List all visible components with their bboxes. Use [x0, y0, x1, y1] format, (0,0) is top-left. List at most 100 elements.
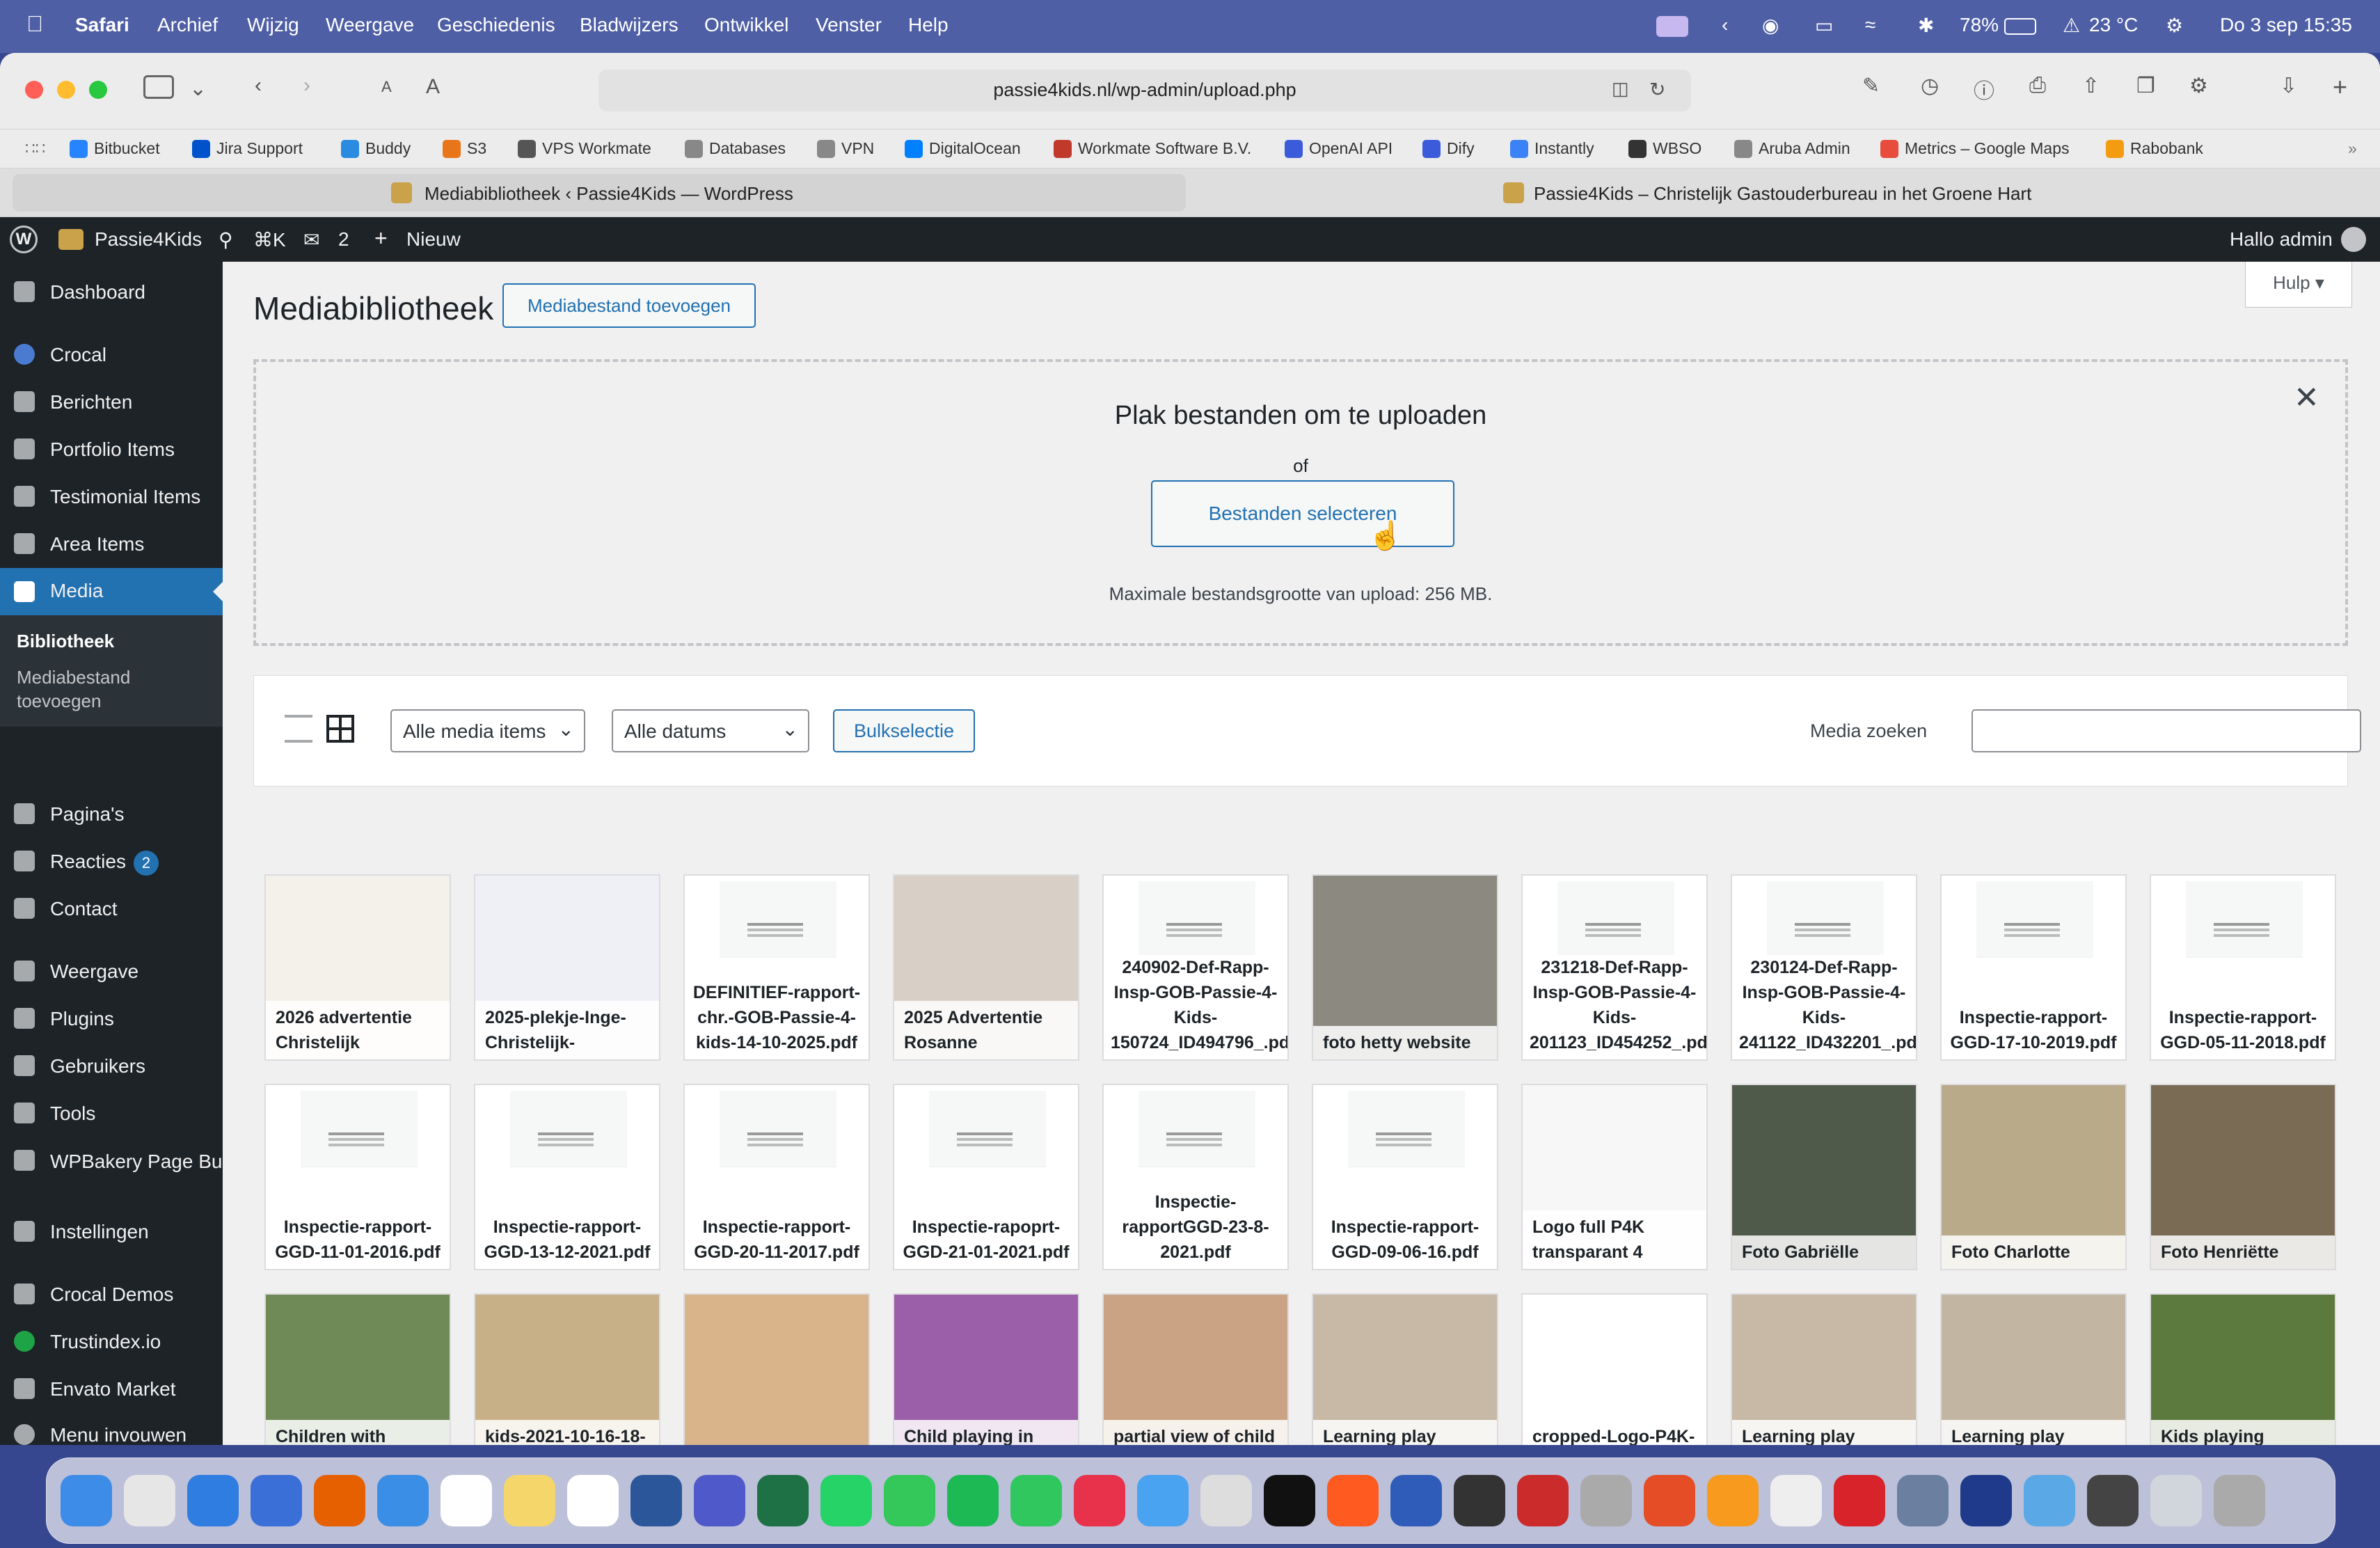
downloads-icon[interactable]: ⇩ [2280, 74, 2297, 98]
media-item[interactable]: Inspectie-rapport-GGD-13-12-2021.pdf [474, 1084, 660, 1270]
apple-icon[interactable]:  [26, 11, 43, 37]
wifi-icon[interactable]: ≈ [1865, 14, 1875, 36]
media-item[interactable]: Inspectie-rapport-GGD-11-01-2016.pdf [264, 1084, 451, 1270]
history-icon[interactable]: ◷ [1921, 74, 1939, 98]
media-item[interactable]: cropped-Logo-P4K-transparant-2.png [1521, 1293, 1708, 1445]
dock-app-icon[interactable] [1707, 1475, 1759, 1526]
comment-icon[interactable]: ✉ [303, 228, 319, 251]
dock-app-icon[interactable] [2214, 1475, 2265, 1526]
tab-passie4kids-home[interactable]: Passie4Kids – Christelijk Gastouderburea… [1193, 174, 2369, 212]
dock-app-icon[interactable] [251, 1475, 302, 1526]
menubar-datetime[interactable]: Do 3 sep 15:35 [2220, 14, 2352, 36]
sidebar-item-area-items[interactable]: Area Items [0, 533, 223, 561]
menu-help[interactable]: Help [908, 14, 949, 36]
dock-app-icon[interactable] [377, 1475, 429, 1526]
dock-app-icon[interactable] [1454, 1475, 1505, 1526]
zoom-window-icon[interactable] [89, 81, 107, 99]
menu-geschiedenis[interactable]: Geschiedenis [437, 14, 555, 36]
favorite-jira-support[interactable]: Jira Support [192, 139, 303, 158]
list-view-icon[interactable] [285, 715, 312, 743]
dock-app-icon[interactable] [441, 1475, 492, 1526]
sidebar-item-weergave[interactable]: Weergave [0, 961, 223, 988]
dock-app-icon[interactable] [1517, 1475, 1569, 1526]
favorite-digitalocean[interactable]: DigitalOcean [905, 139, 1021, 158]
broadcast-icon[interactable]: ◉ [1762, 14, 1779, 37]
dock-app-icon[interactable] [2087, 1475, 2139, 1526]
dock-app-icon[interactable] [1264, 1475, 1315, 1526]
media-item[interactable]: Children with parents [264, 1293, 451, 1445]
battery-icon[interactable] [2004, 18, 2036, 35]
dock-app-icon[interactable] [1834, 1475, 1885, 1526]
sidebar-item-berichten[interactable]: Berichten [0, 391, 223, 419]
media-item[interactable]: Logo full P4K transparant 4 [1521, 1084, 1708, 1270]
date-filter[interactable]: Alle datums ⌄ [612, 709, 809, 752]
media-item[interactable]: 231218-Def-Rapp-Insp-GOB-Passie-4-Kids-2… [1521, 874, 1708, 1061]
sidebar-item-wpbakery[interactable]: WPBakery Page Builder [0, 1150, 259, 1201]
dock-app-icon[interactable] [694, 1475, 745, 1526]
dock-app-icon[interactable] [187, 1475, 239, 1526]
favorite-rabobank[interactable]: Rabobank [2106, 139, 2203, 158]
share-icon[interactable]: ⇧ [2082, 74, 2100, 98]
favorite-vpn[interactable]: VPN [817, 139, 874, 158]
dock-app-icon[interactable] [1137, 1475, 1189, 1526]
more-favorites-icon[interactable]: » [2348, 139, 2357, 158]
translate-icon[interactable]: ◫ [1612, 78, 1629, 100]
menu-ontwikkel[interactable]: Ontwikkel [704, 14, 788, 36]
sidebar-item-dashboard[interactable]: Dashboard [0, 281, 223, 309]
media-item[interactable]: Learning play activities in kindergarten… [1731, 1293, 1917, 1445]
dock-app-icon[interactable] [1960, 1475, 2012, 1526]
tab-mediabibliotheek[interactable]: Mediabibliotheek ‹ Passie4Kids — WordPre… [13, 174, 1186, 212]
dock-app-icon[interactable] [504, 1475, 555, 1526]
upload-dropzone[interactable]: Plak bestanden om te uploaden of Bestand… [253, 359, 2348, 646]
menu-weergave[interactable]: Weergave [326, 14, 414, 36]
add-media-button[interactable]: Mediabestand toevoegen [502, 283, 756, 328]
minimize-window-icon[interactable] [57, 81, 75, 99]
dock-app-icon[interactable] [884, 1475, 935, 1526]
dock-app-icon[interactable] [820, 1475, 872, 1526]
grid-icon[interactable]: ∷∷ [25, 139, 45, 158]
info-icon[interactable]: ⓘ [1974, 74, 1994, 104]
wordpress-logo-icon[interactable]: W [10, 226, 38, 253]
favorite-dify[interactable]: Dify [1422, 139, 1475, 158]
sidebar-item-plugins[interactable]: Plugins [0, 1008, 223, 1036]
media-item[interactable]: 230124-Def-Rapp-Insp-GOB-Passie-4-Kids-2… [1731, 874, 1917, 1061]
search-shortcut[interactable]: ⌘K [253, 228, 286, 251]
reload-icon[interactable]: ↻ [1649, 78, 1665, 101]
sidebar-item-menu-invouwen[interactable]: Menu invouwen [0, 1424, 223, 1445]
media-item[interactable]: Kids playing outdoor team building games… [2150, 1293, 2336, 1445]
dock-app-icon[interactable] [757, 1475, 809, 1526]
chevron-left-icon[interactable]: ‹ [1722, 14, 1728, 36]
favorite-vps-workmate[interactable]: VPS Workmate [518, 139, 651, 158]
search-icon[interactable]: ⚲ [219, 228, 233, 251]
comment-count[interactable]: 2 [338, 228, 349, 251]
media-item[interactable]: foto hetty website [1312, 874, 1498, 1061]
tabs-overview-icon[interactable]: ❐ [2136, 74, 2155, 98]
sidebar-item-crocal-demos[interactable]: Crocal Demos [0, 1284, 223, 1311]
favorite-metrics-google-maps[interactable]: Metrics – Google Maps [1880, 139, 2069, 158]
sidebar-item-paginas[interactable]: Pagina's [0, 803, 223, 831]
back-icon[interactable]: ‹ [255, 74, 262, 97]
favorite-bitbucket[interactable]: Bitbucket [70, 139, 160, 158]
dock-app-icon[interactable] [630, 1475, 682, 1526]
dock-app-icon[interactable] [2150, 1475, 2202, 1526]
media-item[interactable]: 2025-plekje-Inge-Christelijk-Gastouderbu… [474, 874, 660, 1061]
favorite-workmate-software[interactable]: Workmate Software B.V. [1054, 139, 1251, 158]
sidebar-toggle-icon[interactable] [143, 75, 174, 99]
media-item[interactable]: Inspectie-rapport-GGD-09-06-16.pdf [1312, 1084, 1498, 1270]
favorite-databases[interactable]: Databases [685, 139, 786, 158]
media-item[interactable]: DEFINITIEF-rapport-chr.-GOB-Passie-4-kid… [683, 874, 870, 1061]
media-item[interactable]: Kids at party [683, 1293, 870, 1445]
submenu-bibliotheek[interactable]: Bibliotheek [17, 631, 114, 652]
dock-app-icon[interactable] [61, 1475, 112, 1526]
media-item[interactable]: Inspectie-rapport-GGD-17-10-2019.pdf [1940, 874, 2127, 1061]
media-type-filter[interactable]: Alle media items ⌄ [390, 709, 585, 752]
media-item[interactable]: 2026 advertentie Christelijk Gastouderbu… [264, 874, 451, 1061]
dock-app-icon[interactable] [1644, 1475, 1695, 1526]
sidebar-item-instellingen[interactable]: Instellingen [0, 1221, 223, 1249]
dock-app-icon[interactable] [2024, 1475, 2075, 1526]
dock-app-icon[interactable] [1580, 1475, 1632, 1526]
forward-icon[interactable]: › [303, 74, 310, 97]
media-item[interactable]: Child playing in colorful ball pit. Day … [893, 1293, 1079, 1445]
menu-venster[interactable]: Venster [816, 14, 882, 36]
print-icon[interactable]: ⎙ [2029, 74, 2046, 97]
